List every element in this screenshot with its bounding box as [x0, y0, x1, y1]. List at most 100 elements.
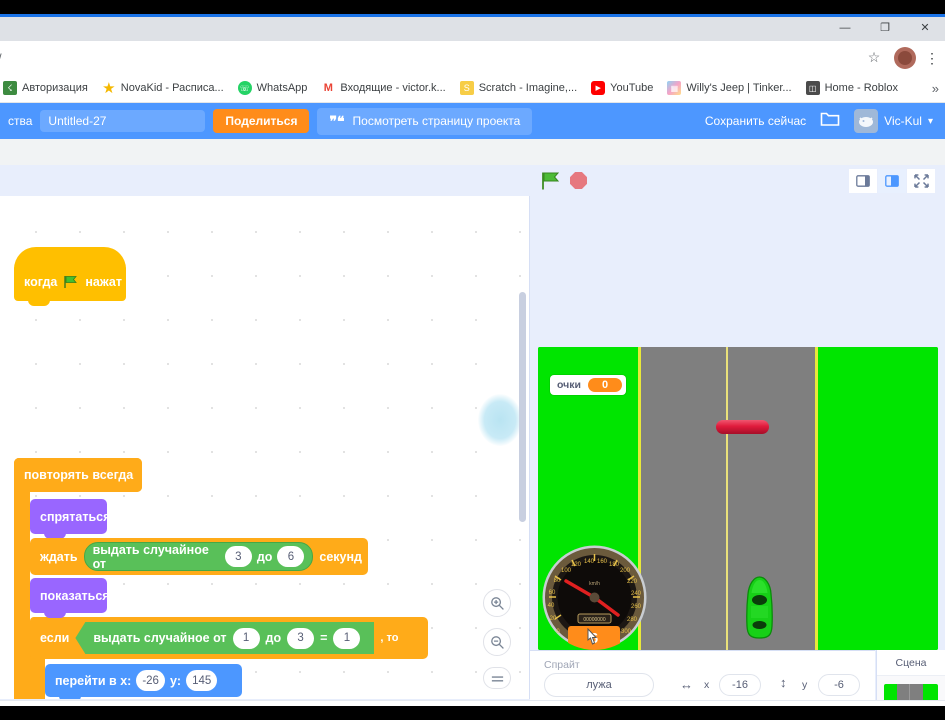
x-label: x	[704, 679, 710, 691]
chevron-down-icon: ▾	[927, 115, 933, 127]
bookmark-item[interactable]: ◫ Home - Roblox	[799, 78, 905, 98]
svg-text:20: 20	[550, 616, 557, 622]
save-now-button[interactable]: Сохранить сейчас	[705, 114, 806, 128]
bookmark-item[interactable]: ★ NovaKid - Расписа...	[95, 78, 231, 98]
close-icon[interactable]: ✕	[905, 14, 945, 41]
bookmark-item[interactable]: S Scratch - Imagine,...	[453, 78, 584, 98]
block-goto-xy-1[interactable]: перейти в x: -26 y: 145	[45, 664, 242, 699]
random-min-input[interactable]: 3	[224, 546, 252, 567]
block-notch	[44, 612, 66, 618]
browser-urlbar-row[interactable]: r/ ☆ ⋮	[0, 41, 945, 74]
bookmark-item[interactable]: M Входящие - victor.k...	[314, 78, 452, 98]
score-value: 0	[587, 378, 623, 392]
block-show[interactable]: показаться	[30, 578, 110, 618]
code-vertical-scrollbar[interactable]	[519, 292, 526, 522]
bookmarks-overflow-icon[interactable]: »	[932, 81, 939, 96]
svg-text:160: 160	[597, 559, 608, 565]
project-page-icon: ❞❝	[329, 112, 345, 129]
x-arrow-icon: ↔	[680, 677, 693, 692]
folder-icon[interactable]	[820, 110, 840, 132]
screen-letterbox-top	[0, 0, 945, 14]
block-forever[interactable]: повторять всегда	[14, 458, 142, 492]
scratch-workspace: когда нажат повторять всегда спрятаться	[0, 165, 945, 720]
grass-right	[818, 347, 938, 650]
block-notch	[28, 300, 50, 306]
equals-right-input[interactable]: 1	[333, 627, 361, 649]
menubar-tutorials-label[interactable]: ства	[8, 114, 32, 128]
obstacle-car-sprite	[716, 420, 769, 434]
fullscreen-icon[interactable]	[907, 168, 935, 193]
stop-sign-icon[interactable]	[570, 172, 587, 189]
svg-text:00000000: 00000000	[583, 617, 605, 623]
user-menu[interactable]: Vic-Kul ▾	[854, 109, 933, 133]
zoom-reset-icon[interactable]	[483, 667, 511, 689]
bookmark-label: Scratch - Imagine,...	[478, 82, 578, 94]
project-page-button[interactable]: ❞❝ Посмотреть страницу проекта	[317, 107, 533, 135]
maximize-icon[interactable]: ❐	[865, 14, 905, 41]
block-if-then-1[interactable]: если выдать случайное от 1 до 3 = 1 , то	[30, 617, 428, 659]
block-wait-seconds[interactable]: ждать выдать случайное от 3 до 6 секунд	[30, 538, 368, 575]
whatsapp-icon: ☏	[237, 81, 252, 95]
x-value-input[interactable]: -16	[719, 674, 761, 696]
block-when-flag-clicked[interactable]: когда нажат	[14, 247, 126, 306]
random-min-input[interactable]: 1	[232, 627, 260, 649]
bookmark-item[interactable]: ☏ WhatsApp	[231, 78, 315, 98]
code-canvas[interactable]: когда нажат повторять всегда спрятаться	[0, 196, 530, 699]
goto-y-input[interactable]: 145	[186, 670, 218, 691]
block-then-label: , то	[380, 632, 399, 644]
bookmark-item[interactable]: ☇ Авторизация	[0, 78, 95, 98]
stage-pane-title[interactable]: Сцена	[877, 650, 945, 676]
block-forever-spine	[14, 458, 30, 699]
bookmark-item[interactable]: ▦ Willy's Jeep | Tinker...	[660, 78, 798, 98]
bookmark-item[interactable]: ▶ YouTube	[584, 78, 660, 98]
random-max-input[interactable]: 6	[277, 546, 305, 567]
browser-window: — ❐ ✕ r/ ☆ ⋮ ☇ Авторизация ★ NovaKid - Р…	[0, 14, 945, 720]
sprite-name-input[interactable]	[544, 673, 654, 697]
project-title-input[interactable]	[40, 110, 206, 132]
block-pick-random[interactable]: выдать случайное от 3 до 6	[83, 542, 314, 571]
bookmark-label: YouTube	[610, 82, 654, 94]
large-stage-icon[interactable]	[878, 168, 906, 193]
bookmark-label: Авторизация	[22, 82, 88, 94]
svg-text:120: 120	[571, 562, 582, 568]
score-label: очки	[557, 379, 581, 391]
stage-size-buttons	[849, 168, 935, 193]
block-label: если	[40, 631, 70, 645]
bookmark-label: Home - Roblox	[824, 82, 898, 94]
zoom-out-icon[interactable]	[483, 628, 511, 656]
road	[638, 347, 818, 650]
zoom-in-icon[interactable]	[483, 589, 511, 617]
svg-text:200: 200	[620, 568, 631, 574]
chrome-profile-avatar[interactable]	[894, 46, 916, 69]
url-text[interactable]: r/	[0, 51, 2, 65]
block-hide[interactable]: спрятаться	[30, 499, 110, 539]
random-max-input[interactable]: 3	[287, 627, 315, 649]
bookmark-label: Willy's Jeep | Tinker...	[686, 82, 792, 94]
bookmark-star-icon[interactable]: ☆	[861, 49, 887, 66]
block-equals-1[interactable]: выдать случайное от 1 до 3 = 1	[75, 622, 375, 654]
share-button[interactable]: Поделиться	[213, 109, 310, 133]
block-label: спрятаться	[40, 509, 111, 524]
player-car-sprite	[742, 576, 777, 640]
operator-mid-label: до	[256, 549, 273, 564]
goto-x-input[interactable]: -26	[136, 670, 165, 691]
small-stage-icon[interactable]	[849, 168, 877, 193]
stage[interactable]: очки 0 0 20 40 60 80 100 120 140 160 180…	[538, 347, 938, 650]
chrome-menu-icon[interactable]: ⋮	[923, 51, 941, 65]
block-label: когда	[24, 275, 58, 289]
green-flag-icon[interactable]	[540, 171, 562, 191]
window-controls[interactable]: — ❐ ✕	[825, 14, 945, 41]
block-label: повторять всегда	[24, 468, 134, 482]
y-label: y	[802, 679, 808, 691]
globe-icon: ☇	[3, 81, 17, 95]
score-readout: очки 0	[550, 375, 627, 395]
y-value-input[interactable]: -6	[818, 674, 860, 696]
scratch-icon: S	[459, 81, 474, 95]
svg-text:km/h: km/h	[589, 581, 600, 587]
project-page-label: Посмотреть страницу проекта	[352, 114, 521, 128]
minimize-icon[interactable]: —	[825, 14, 865, 41]
screen-letterbox-bottom	[0, 706, 945, 720]
bookmarks-bar: ☇ Авторизация ★ NovaKid - Расписа... ☏ W…	[0, 74, 945, 103]
block-suffix-label: секунд	[319, 549, 362, 564]
svg-text:40: 40	[548, 603, 555, 609]
